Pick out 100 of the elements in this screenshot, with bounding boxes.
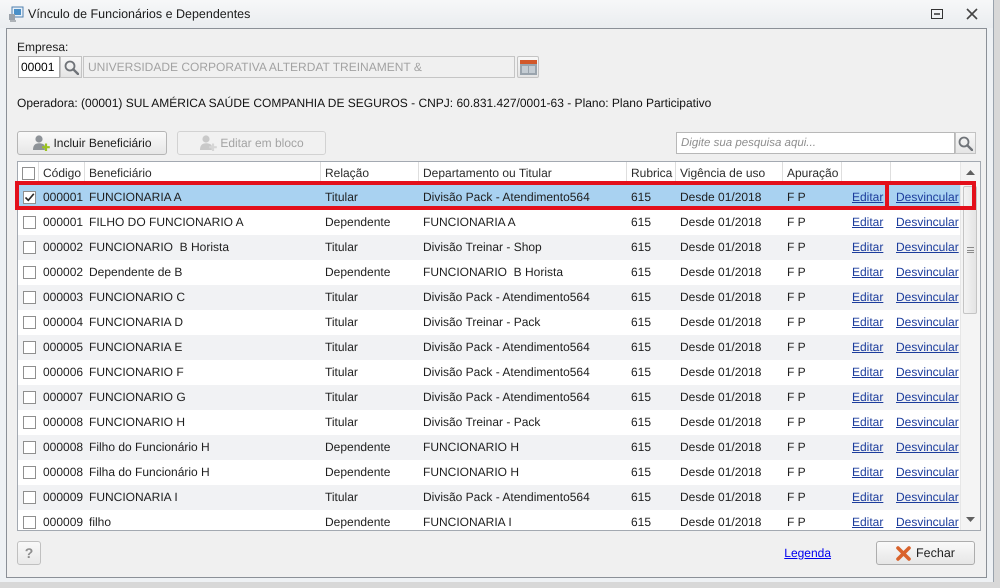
column-header[interactable]: Relação [321,162,419,184]
column-header[interactable]: Departamento ou Titular [419,162,627,184]
row-checkbox[interactable] [23,266,36,279]
row-checkbox[interactable] [23,491,36,504]
unlink-link[interactable]: Desvincular [896,465,959,479]
table-row[interactable]: 000005 FUNCIONARIA E Titular Divisão Pack - Atendimento564 615 Desde 01/2018 F P Editar Desvincular [18,335,960,360]
table-cell-text: Desde 01/2018 [679,189,762,206]
unlink-link[interactable]: Desvincular [896,290,959,304]
unlink-link[interactable]: Desvincular [896,515,959,529]
edit-link[interactable]: Editar [852,215,884,229]
unlink-link[interactable]: Desvincular [896,390,959,404]
edit-link[interactable]: Editar [852,315,884,329]
table-cell-text: 000005 [42,339,84,356]
edit-link[interactable]: Editar [852,240,884,254]
down-arrow-icon[interactable] [966,517,975,522]
table-cell-text: FUNCIONARIA A [88,189,183,206]
table-cell-text: Filha do Funcionário H [88,464,211,481]
row-checkbox[interactable] [23,441,36,454]
row-checkbox[interactable] [23,216,36,229]
row-checkbox[interactable] [23,291,36,304]
row-checkbox[interactable] [23,241,36,254]
unlink-link[interactable]: Desvincular [896,440,959,454]
table-row[interactable]: 000007 FUNCIONARIO G Titular Divisão Pack - Atendimento564 615 Desde 01/2018 F P Editar Desvincular [18,385,960,410]
up-arrow-icon[interactable] [966,170,975,175]
table-cell-text: Divisão Pack - Atendimento564 [422,489,591,506]
column-header[interactable]: Código [39,162,85,184]
search-field[interactable]: Digite sua pesquisa aqui... [676,132,955,154]
table-cell-text: FUNCIONARIO C [88,289,186,306]
table-cell-text: Titular [324,414,359,431]
close-button[interactable]: Fechar [876,541,975,565]
unlink-link[interactable]: Desvincular [896,265,959,279]
table-cell-text: Desde 01/2018 [679,364,762,381]
unlink-link[interactable]: Desvincular [896,365,959,379]
row-checkbox[interactable] [23,366,36,379]
edit-link[interactable]: Editar [852,415,884,429]
edit-link[interactable]: Editar [852,515,884,529]
table-cell-text: Dependente [324,464,392,481]
row-checkbox[interactable] [23,466,36,479]
search-button[interactable] [60,56,82,78]
unlink-link[interactable]: Desvincular [896,490,959,504]
table-cell-text: Desde 01/2018 [679,314,762,331]
edit-link[interactable]: Editar [852,265,884,279]
edit-link[interactable]: Editar [852,190,884,204]
table-cell-text: 000006 [42,364,84,381]
empresa-code-field[interactable]: 00001 [18,56,60,78]
edit-link[interactable]: Editar [852,490,884,504]
edit-link[interactable]: Editar [852,390,884,404]
table-cell-text: F P [786,364,807,381]
restore-icon[interactable] [931,8,943,20]
column-header[interactable]: Vigência de uso [676,162,783,184]
row-checkbox[interactable] [23,416,36,429]
table-cell-text: 615 [630,239,652,256]
edit-link[interactable]: Editar [852,440,884,454]
x-mark-icon [896,546,912,560]
table-cell-text: Divisão Pack - Atendimento564 [422,389,591,406]
table-cell-text: 615 [630,464,652,481]
unlink-link[interactable]: Desvincular [896,315,959,329]
table-cell-text: F P [786,489,807,506]
table-cell-text: 000007 [42,389,84,406]
table-row[interactable]: 000009 FUNCIONARIA I Titular Divisão Pack - Atendimento564 615 Desde 01/2018 F P Editar Desvincular [18,485,960,510]
table-cell-text: Divisão Treinar - Pack [422,414,542,431]
row-checkbox[interactable] [23,341,36,354]
table-cell-text: 000002 [42,264,84,281]
column-header[interactable]: Beneficiário [85,162,321,184]
edit-link[interactable]: Editar [852,365,884,379]
table-cell-text: F P [786,289,807,306]
table-cell-text: F P [786,214,807,231]
table-cell-text: FUNCIONARIA I [422,514,513,530]
table-cell-text: Desde 01/2018 [679,414,762,431]
table-view-button[interactable] [517,56,539,78]
table-cell-text: F P [786,439,807,456]
row-checkbox[interactable] [23,516,36,529]
legend-link[interactable]: Legenda [784,546,831,560]
table-cell-text: Titular [324,239,359,256]
unlink-link[interactable]: Desvincular [896,415,959,429]
row-checkbox[interactable] [23,316,36,329]
unlink-link[interactable]: Desvincular [896,215,959,229]
table-cell-text: FUNCIONARIA I [88,489,179,506]
add-beneficiary-button[interactable]: Incluir Beneficiário [17,131,167,155]
edit-link[interactable]: Editar [852,465,884,479]
table-row[interactable]: 000003 FUNCIONARIO C Titular Divisão Pack - Atendimento564 615 Desde 01/2018 F P Editar Desvincular [18,285,960,310]
table-cell-text: 000001 [42,214,84,231]
select-all-checkbox[interactable] [22,166,35,180]
search-button[interactable] [955,132,976,154]
row-checkbox[interactable] [23,391,36,404]
edit-link[interactable]: Editar [852,340,884,354]
close-icon[interactable] [966,8,978,20]
column-header[interactable]: Rubrica [627,162,676,184]
table-row[interactable]: 000008 Filho do Funcionário H Dependente FUNCIONARIO H 615 Desde 01/2018 F P Editar Desvincular [18,435,960,460]
table-cell-text: Filho do Funcionário H [88,439,211,456]
table-row[interactable]: 000002 FUNCIONARIO B Horista Titular Divisão Treinar - Shop 615 Desde 01/2018 F P Editar Desvincular [18,235,960,260]
scrollbar-thumb[interactable] [963,186,978,314]
unlink-link[interactable]: Desvincular [896,240,959,254]
scrollbar[interactable] [960,162,980,530]
column-header[interactable]: Apuração [783,162,842,184]
unlink-link[interactable]: Desvincular [896,190,959,204]
row-checkbox[interactable] [23,191,36,204]
table-cell-text: Divisão Pack - Atendimento564 [422,289,591,306]
unlink-link[interactable]: Desvincular [896,340,959,354]
edit-link[interactable]: Editar [852,290,884,304]
